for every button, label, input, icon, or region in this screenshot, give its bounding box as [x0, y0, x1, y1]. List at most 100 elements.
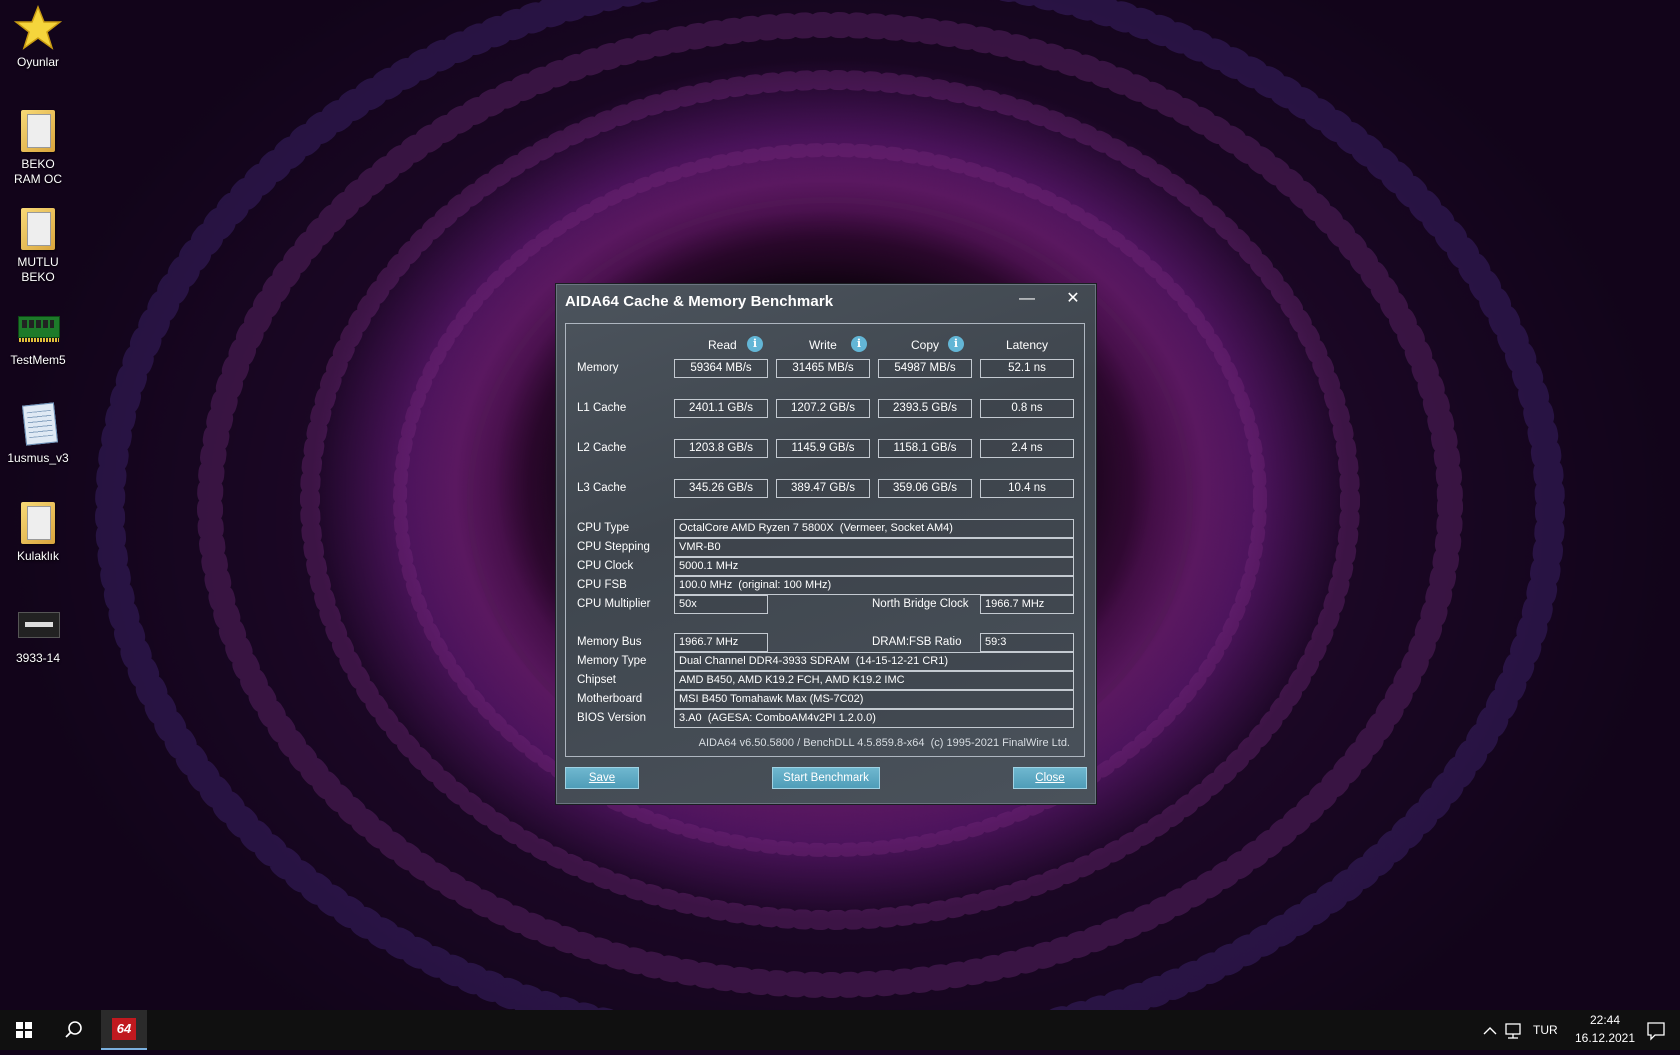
- row-label-l1-cache: L1 Cache: [577, 402, 627, 414]
- memory-type-value: Dual Channel DDR4-3933 SDRAM (14-15-12-2…: [674, 652, 1074, 671]
- l1-copy-value: 2393.5 GB/s: [878, 399, 972, 418]
- close-button[interactable]: Close: [1013, 767, 1087, 789]
- clock-date[interactable]: 16.12.2021: [1566, 1031, 1644, 1045]
- chipset-value: AMD B450, AMD K19.2 FCH, AMD K19.2 IMC: [674, 671, 1074, 690]
- l1-latency-value: 0.8 ns: [980, 399, 1074, 418]
- l2-copy-value: 1158.1 GB/s: [878, 439, 972, 458]
- column-header-write: Write: [809, 338, 837, 352]
- l2-latency-value: 2.4 ns: [980, 439, 1074, 458]
- cpu-type-value: OctalCore AMD Ryzen 7 5800X (Vermeer, So…: [674, 519, 1074, 538]
- copy-info-icon[interactable]: i: [948, 336, 964, 352]
- chipset-label: Chipset: [577, 674, 616, 686]
- l2-write-value: 1145.9 GB/s: [776, 439, 870, 458]
- cpu-multiplier-value: 50x: [674, 595, 768, 614]
- column-header-read: Read: [708, 338, 737, 352]
- ram-module-icon: [14, 302, 62, 350]
- notification-icon: [1647, 1022, 1665, 1041]
- write-info-icon[interactable]: i: [851, 336, 867, 352]
- chevron-up-icon: [1483, 1027, 1497, 1035]
- search-button[interactable]: [50, 1010, 96, 1050]
- save-button[interactable]: Save: [565, 767, 639, 789]
- desktop-icon-label: Kulaklık: [16, 549, 60, 563]
- close-button-label: Close: [1035, 772, 1065, 784]
- memory-read-value: 59364 MB/s: [674, 359, 768, 378]
- row-label-l2-cache: L2 Cache: [577, 442, 627, 454]
- cpu-fsb-value: 100.0 MHz (original: 100 MHz): [674, 576, 1074, 595]
- desktop-icon-oyunlar[interactable]: Oyunlar: [0, 4, 76, 70]
- minimize-button[interactable]: —: [1012, 289, 1042, 311]
- title-bar[interactable]: AIDA64 Cache & Memory Benchmark — ✕: [557, 285, 1095, 317]
- cpu-multiplier-label: CPU Multiplier: [577, 598, 651, 610]
- folder-icon: [14, 204, 62, 252]
- motherboard-value: MSI B450 Tomahawk Max (MS-7C02): [674, 690, 1074, 709]
- cpu-fsb-label: CPU FSB: [577, 579, 627, 591]
- language-indicator[interactable]: TUR: [1533, 1023, 1558, 1037]
- read-info-icon[interactable]: i: [747, 336, 763, 352]
- action-center-button[interactable]: [1636, 1010, 1676, 1050]
- memory-bus-value: 1966.7 MHz: [674, 633, 768, 652]
- start-button[interactable]: [0, 1010, 48, 1050]
- cpu-clock-label: CPU Clock: [577, 560, 634, 572]
- version-footer: AIDA64 v6.50.5800 / BenchDLL 4.5.859.8-x…: [698, 737, 1070, 749]
- bios-version-value: 3.A0 (AGESA: ComboAM4v2PI 1.2.0.0): [674, 709, 1074, 728]
- folder-icon: [14, 106, 62, 154]
- start-benchmark-label: Start Benchmark: [783, 772, 869, 784]
- cpu-type-label: CPU Type: [577, 522, 630, 534]
- image-thumbnail-icon: [14, 600, 62, 648]
- cpu-stepping-label: CPU Stepping: [577, 541, 650, 553]
- network-status-button[interactable]: [1502, 1010, 1524, 1050]
- folder-icon: [14, 498, 62, 546]
- results-panel: Read i Write i Copy i Latency Memory 593…: [565, 323, 1085, 757]
- memory-copy-value: 54987 MB/s: [878, 359, 972, 378]
- l3-latency-value: 10.4 ns: [980, 479, 1074, 498]
- windows-logo-icon: [16, 1022, 32, 1038]
- l3-write-value: 389.47 GB/s: [776, 479, 870, 498]
- memory-write-value: 31465 MB/s: [776, 359, 870, 378]
- desktop-icon-label: 1usmus_v3: [7, 451, 69, 465]
- network-icon: [1505, 1023, 1521, 1039]
- row-label-memory: Memory: [577, 362, 619, 374]
- cpu-stepping-value: VMR-B0: [674, 538, 1074, 557]
- desktop-icon-3933-14[interactable]: 3933-14: [0, 600, 76, 666]
- notepad-icon: [14, 400, 62, 448]
- desktop-icon-label: Oyunlar: [16, 55, 60, 69]
- l3-copy-value: 359.06 GB/s: [878, 479, 972, 498]
- l1-write-value: 1207.2 GB/s: [776, 399, 870, 418]
- clock-time[interactable]: 22:44: [1579, 1013, 1631, 1027]
- desktop-icon-mutlu-beko[interactable]: MUTLU BEKO: [0, 204, 76, 285]
- north-bridge-clock-value: 1966.7 MHz: [980, 595, 1074, 614]
- dram-fsb-ratio-label: DRAM:FSB Ratio: [872, 636, 962, 648]
- search-icon: [65, 1021, 82, 1038]
- desktop-icon-beko-ram-oc[interactable]: BEKO RAM OC: [0, 106, 76, 187]
- show-hidden-icons-button[interactable]: [1480, 1010, 1500, 1050]
- l2-read-value: 1203.8 GB/s: [674, 439, 768, 458]
- l3-read-value: 345.26 GB/s: [674, 479, 768, 498]
- column-header-copy: Copy: [911, 338, 940, 352]
- desktop-icon-label: 3933-14: [15, 651, 61, 665]
- l1-read-value: 2401.1 GB/s: [674, 399, 768, 418]
- dialog-title: AIDA64 Cache & Memory Benchmark: [565, 293, 834, 310]
- taskbar-app-aida64[interactable]: 64: [101, 1010, 147, 1050]
- desktop-icon-label: MUTLU BEKO: [17, 255, 59, 284]
- desktop-icon-label: TestMem5: [10, 353, 66, 367]
- cpu-clock-value: 5000.1 MHz: [674, 557, 1074, 576]
- desktop-icon-testmem5[interactable]: TestMem5: [0, 302, 76, 368]
- motherboard-label: Motherboard: [577, 693, 643, 705]
- column-header-latency: Latency: [1006, 338, 1049, 352]
- desktop-icon-kulaklik[interactable]: Kulaklık: [0, 498, 76, 564]
- save-button-label: Save: [588, 772, 616, 784]
- benchmark-dialog: AIDA64 Cache & Memory Benchmark — ✕ Read…: [556, 284, 1096, 804]
- star-icon: [13, 4, 63, 52]
- close-window-button[interactable]: ✕: [1058, 289, 1088, 311]
- bios-version-label: BIOS Version: [577, 712, 647, 724]
- start-benchmark-button[interactable]: Start Benchmark: [772, 767, 880, 789]
- memory-type-label: Memory Type: [577, 655, 647, 667]
- taskbar: 64 TUR 22:44 16.12.2021: [0, 1010, 1680, 1050]
- north-bridge-clock-label: North Bridge Clock: [872, 598, 969, 610]
- dram-fsb-ratio-value: 59:3: [980, 633, 1074, 652]
- desktop-icon-1usmus-v3[interactable]: 1usmus_v3: [0, 400, 76, 466]
- aida64-app-icon: 64: [112, 1018, 136, 1040]
- memory-bus-label: Memory Bus: [577, 636, 642, 648]
- desktop-icon-label: BEKO RAM OC: [14, 157, 62, 186]
- row-label-l3-cache: L3 Cache: [577, 482, 627, 494]
